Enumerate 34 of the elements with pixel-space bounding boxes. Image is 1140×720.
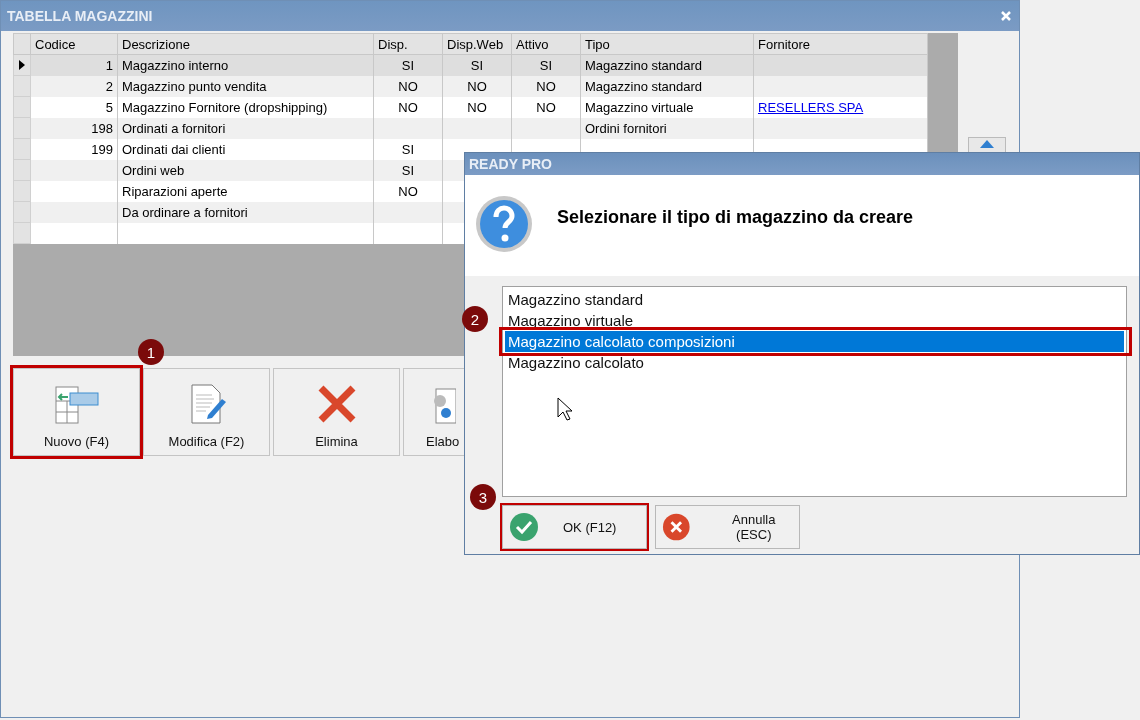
step-badge: 2 <box>462 306 488 332</box>
table-cell: SI <box>470 57 484 73</box>
table-cell: Magazzino virtuale <box>585 99 694 115</box>
table-cell: 5 <box>105 99 113 115</box>
table-cell: Da ordinare a fornitori <box>122 204 248 220</box>
table-cell: Magazzino interno <box>122 57 229 73</box>
window-title: TABELLA MAGAZZINI <box>7 8 153 24</box>
table-cell: Ordinati dai clienti <box>122 141 226 157</box>
table-cell: NO <box>398 183 418 199</box>
table-cell: SI <box>539 57 553 73</box>
table-cell: Magazzino punto vendita <box>122 78 267 94</box>
table-cell: 2 <box>105 78 113 94</box>
table-cell: Ordini web <box>122 162 185 178</box>
table-cell: SI <box>401 57 415 73</box>
table-cell: Ordinati a fornitori <box>122 120 226 136</box>
table-cell: NO <box>536 78 556 94</box>
table-cell: NO <box>536 99 556 115</box>
table-cell: Magazzino standard <box>585 78 703 94</box>
table-cell: NO <box>398 78 418 94</box>
table-cell: 1 <box>105 57 113 73</box>
table-cell: Magazzino standard <box>585 57 703 73</box>
table-cell: 199 <box>91 141 113 157</box>
table-cell: NO <box>467 99 487 115</box>
table-cell: Magazzino Fornitore (dropshipping) <box>122 99 328 115</box>
table-cell: Ordini fornitori <box>585 120 667 136</box>
table-cell: NO <box>398 99 418 115</box>
step-badge: 1 <box>138 339 164 365</box>
table-cell: 198 <box>91 120 113 136</box>
table-cell: SI <box>401 141 415 157</box>
table-cell: SI <box>401 162 415 178</box>
step-badge: 3 <box>470 484 496 510</box>
table-cell: NO <box>467 78 487 94</box>
dialog-message: Selezionare il tipo di magazzino da creare <box>557 207 914 229</box>
table-cell: Riparazioni aperte <box>122 183 228 199</box>
